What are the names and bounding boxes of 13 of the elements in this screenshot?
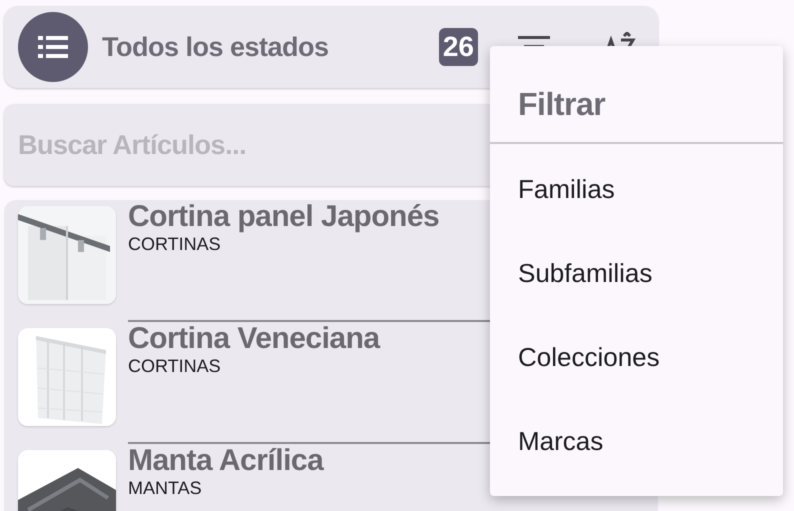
item-category: MANTAS xyxy=(128,478,202,498)
item-title[interactable]: Cortina Veneciana xyxy=(128,322,380,356)
menu-item[interactable]: Colecciones xyxy=(490,315,783,399)
menu-item[interactable]: Marcas xyxy=(490,399,783,483)
list-icon xyxy=(38,36,68,58)
item-title[interactable]: Manta Acrílica xyxy=(128,444,324,478)
count-badge: 26 xyxy=(438,28,478,66)
menu-title: Filtrar xyxy=(490,46,783,144)
item-title[interactable]: Cortina panel Japonés xyxy=(128,200,440,234)
item-category: CORTINAS xyxy=(128,234,221,254)
item-category: CORTINAS xyxy=(128,356,221,376)
status-filter-title: Todos los estados xyxy=(102,30,329,64)
menu-item[interactable]: Subfamilias xyxy=(490,231,783,315)
